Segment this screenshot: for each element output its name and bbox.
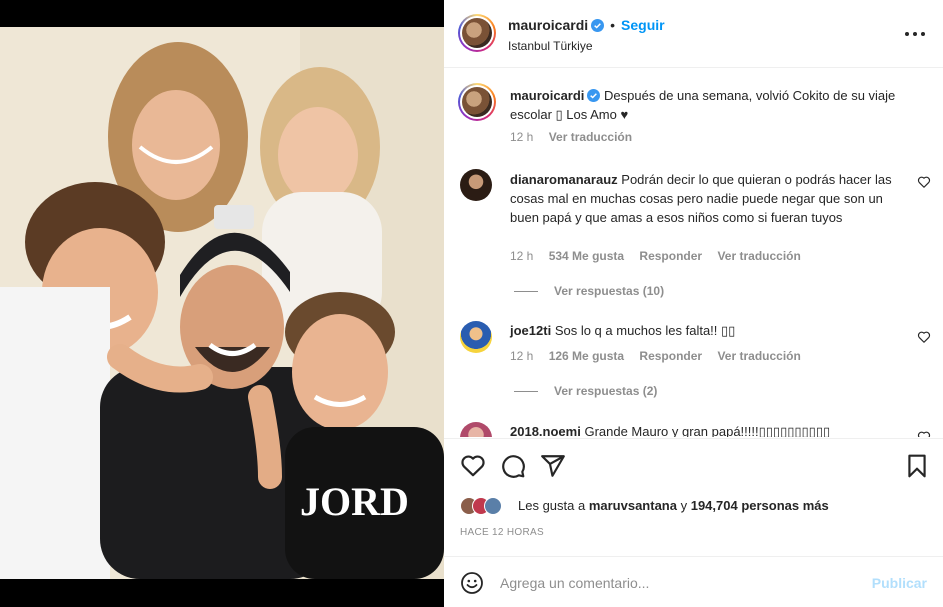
comment-text-block: dianaromanarauz Podrán decir lo que quie…	[510, 170, 900, 227]
caption-text-block: mauroicardi Después de una semana, volvi…	[510, 86, 900, 124]
translate-button[interactable]: Ver traducción	[717, 349, 800, 363]
like-comment-icon[interactable]	[917, 430, 931, 437]
instagram-post-dialog: JORD mauroicardi • Seguir Istanbul Türkiye	[0, 0, 943, 607]
author-avatar[interactable]	[458, 14, 496, 52]
replies-line	[514, 391, 538, 393]
comment-time: 12 h	[510, 249, 534, 263]
caption-translate-button[interactable]: Ver traducción	[549, 130, 632, 144]
share-icon[interactable]	[540, 453, 566, 479]
more-options-icon[interactable]	[905, 24, 925, 44]
comments-list[interactable]: mauroicardi Después de una semana, volvi…	[444, 69, 943, 437]
follow-button[interactable]: Seguir	[621, 17, 665, 33]
follow-separator: •	[610, 17, 616, 33]
commenter-avatar[interactable]	[460, 169, 492, 201]
commenter-avatar[interactable]	[460, 422, 492, 437]
post-header: mauroicardi • Seguir Istanbul Türkiye	[444, 0, 943, 68]
view-replies-button[interactable]: Ver respuestas (10)	[514, 284, 664, 298]
post-actions: Les gusta a maruvsantana y 194,704 perso…	[444, 438, 943, 548]
liker-avatar[interactable]	[484, 497, 502, 515]
likes-mid: y	[676, 498, 691, 513]
author-username[interactable]: mauroicardi	[508, 17, 588, 33]
reply-button[interactable]: Responder	[639, 249, 702, 263]
comment-likes-count[interactable]: 126 Me gusta	[549, 349, 624, 363]
emoji-icon[interactable]	[460, 571, 484, 595]
post-photo[interactable]: JORD	[0, 27, 444, 579]
comment-username[interactable]: dianaromanarauz	[510, 172, 618, 187]
comment-icon[interactable]	[500, 453, 526, 479]
heart-icon[interactable]	[460, 453, 486, 479]
translate-button[interactable]: Ver traducción	[717, 249, 800, 263]
post-timestamp[interactable]: HACE 12 HORAS	[460, 527, 544, 538]
likes-username[interactable]: maruvsantana	[589, 498, 677, 513]
comment-time: 12 h	[510, 349, 534, 363]
reply-button[interactable]: Responder	[639, 349, 702, 363]
verified-badge-icon	[587, 89, 601, 102]
likes-prefix: Les gusta a	[518, 498, 589, 513]
view-replies-button[interactable]: Ver respuestas (2)	[514, 384, 657, 398]
comment-likes-count[interactable]: 534 Me gusta	[549, 249, 624, 263]
verified-badge-icon	[591, 19, 605, 32]
caption-meta: 12 h Ver traducción	[510, 130, 644, 144]
header-name-row: mauroicardi • Seguir	[508, 17, 665, 33]
comment-text: Grande Mauro y gran papá!!!!!▯▯▯▯▯▯▯▯▯▯	[584, 424, 831, 437]
like-comment-icon[interactable]	[917, 175, 931, 189]
likes-count[interactable]: 194,704 personas más	[691, 498, 829, 513]
comment-input[interactable]	[500, 569, 860, 597]
comment-username[interactable]: 2018.noemi	[510, 424, 581, 437]
comment-meta: 12 h 534 Me gusta Responder Ver traducci…	[510, 249, 813, 263]
caption-avatar[interactable]	[458, 83, 496, 121]
view-replies-label: Ver respuestas (10)	[554, 284, 665, 298]
replies-line	[514, 291, 538, 293]
comment-text: Sos lo q a muchos les falta!! ▯▯	[554, 323, 736, 338]
comment-text-block: 2018.noemi Grande Mauro y gran papá!!!!!…	[510, 422, 900, 437]
caption-username[interactable]: mauroicardi	[510, 88, 584, 103]
add-comment-bar: Publicar	[444, 556, 943, 607]
view-replies-label: Ver respuestas (2)	[554, 384, 658, 398]
comment-username[interactable]: joe12ti	[510, 323, 551, 338]
likes-text: Les gusta a maruvsantana y 194,704 perso…	[518, 498, 829, 513]
comment-text-block: joe12ti Sos lo q a muchos les falta!! ▯▯	[510, 321, 900, 340]
post-location[interactable]: Istanbul Türkiye	[508, 39, 593, 53]
commenter-avatar[interactable]	[460, 321, 492, 353]
photo-pane: JORD	[0, 0, 444, 607]
publish-button[interactable]: Publicar	[872, 575, 927, 591]
bookmark-icon[interactable]	[904, 453, 930, 479]
like-comment-icon[interactable]	[917, 330, 931, 344]
caption-time: 12 h	[510, 130, 534, 144]
comment-meta: 12 h 126 Me gusta Responder Ver traducci…	[510, 349, 813, 363]
svg-text:JORD: JORD	[300, 479, 409, 524]
post-side-panel: mauroicardi • Seguir Istanbul Türkiye maur…	[444, 0, 943, 607]
